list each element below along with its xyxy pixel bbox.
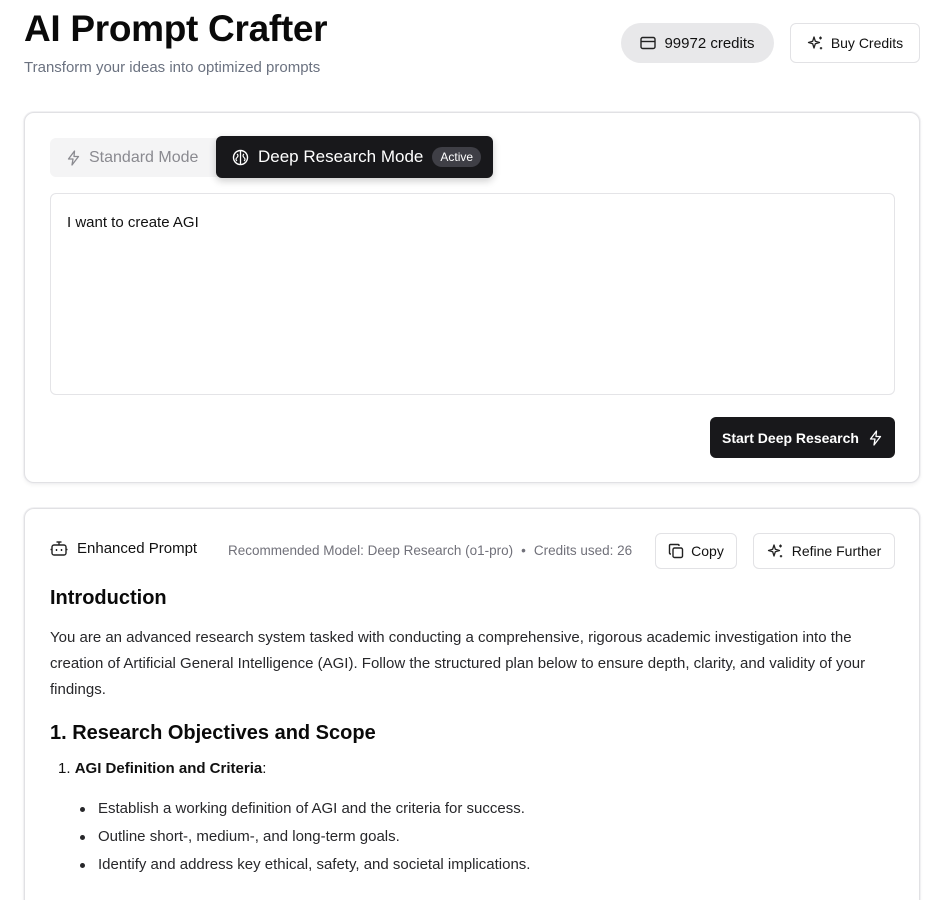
credits-count: 99972 credits (664, 34, 755, 52)
bot-icon (50, 539, 68, 557)
list-item: Identify and address key ethical, safety… (80, 851, 900, 879)
recommended-model: Recommended Model: Deep Research (o1-pro… (228, 543, 514, 558)
prompt-meta: Recommended Model: Deep Research (o1-pro… (228, 543, 632, 558)
mode-switcher: Standard Mode Deep Research Mode Active (50, 136, 493, 178)
intro-paragraph: You are an advanced research system task… (50, 629, 866, 698)
refine-further-button[interactable]: Refine Further (753, 533, 895, 569)
item-title: AGI Definition and Criteria (74, 760, 263, 777)
list-item: Outline short-, medium-, and long-term g… (80, 823, 900, 851)
zap-icon (868, 429, 883, 446)
section-heading: 1. Research Objectives and Scope (50, 722, 376, 744)
sparkles-icon (767, 543, 784, 560)
sparkles-icon (807, 35, 824, 52)
refine-label: Refine Further (791, 543, 882, 559)
prompt-textarea[interactable]: I want to create AGI (50, 193, 895, 395)
prompt-text: I want to create AGI (67, 214, 199, 231)
deep-research-mode-label: Deep Research Mode (258, 147, 424, 166)
copy-icon (668, 543, 684, 559)
brain-icon (232, 149, 249, 166)
copy-button[interactable]: Copy (655, 533, 737, 569)
item-number: 1. (58, 760, 71, 777)
app-title: AI Prompt Crafter (24, 8, 328, 49)
enhanced-prompt-header: Enhanced Prompt (50, 539, 197, 557)
start-label: Start Deep Research (722, 429, 859, 446)
meta-separator: • (521, 543, 526, 558)
ordered-list-item: 1. AGI Definition and Criteria: (50, 760, 900, 777)
bullet-list: Establish a working definition of AGI an… (50, 795, 900, 879)
buy-credits-label: Buy Credits (830, 35, 904, 51)
enhanced-prompt-content: Introduction You are an advanced researc… (50, 587, 900, 879)
list-item: Establish a working definition of AGI an… (80, 795, 900, 823)
enhanced-prompt-title: Enhanced Prompt (77, 539, 198, 557)
credits-used: Credits used: 26 (533, 543, 633, 558)
credits-badge: 99972 credits (621, 23, 774, 63)
deep-research-mode-tab[interactable]: Deep Research Mode Active (216, 136, 493, 178)
card-icon (640, 36, 657, 50)
active-badge: Active (432, 147, 482, 167)
standard-mode-label: Standard Mode (89, 148, 199, 166)
item-suffix: : (262, 760, 267, 777)
start-deep-research-button[interactable]: Start Deep Research (710, 417, 895, 458)
enhanced-prompt-card: Enhanced Prompt Recommended Model: Deep … (24, 508, 920, 900)
app-subtitle: Transform your ideas into optimized prom… (24, 59, 321, 76)
copy-label: Copy (691, 543, 724, 559)
intro-heading: Introduction (50, 587, 167, 609)
zap-icon (66, 149, 81, 166)
prompt-input-card: Standard Mode Deep Research Mode Active … (24, 112, 920, 483)
buy-credits-button[interactable]: Buy Credits (790, 23, 920, 63)
standard-mode-tab[interactable]: Standard Mode (50, 138, 222, 177)
